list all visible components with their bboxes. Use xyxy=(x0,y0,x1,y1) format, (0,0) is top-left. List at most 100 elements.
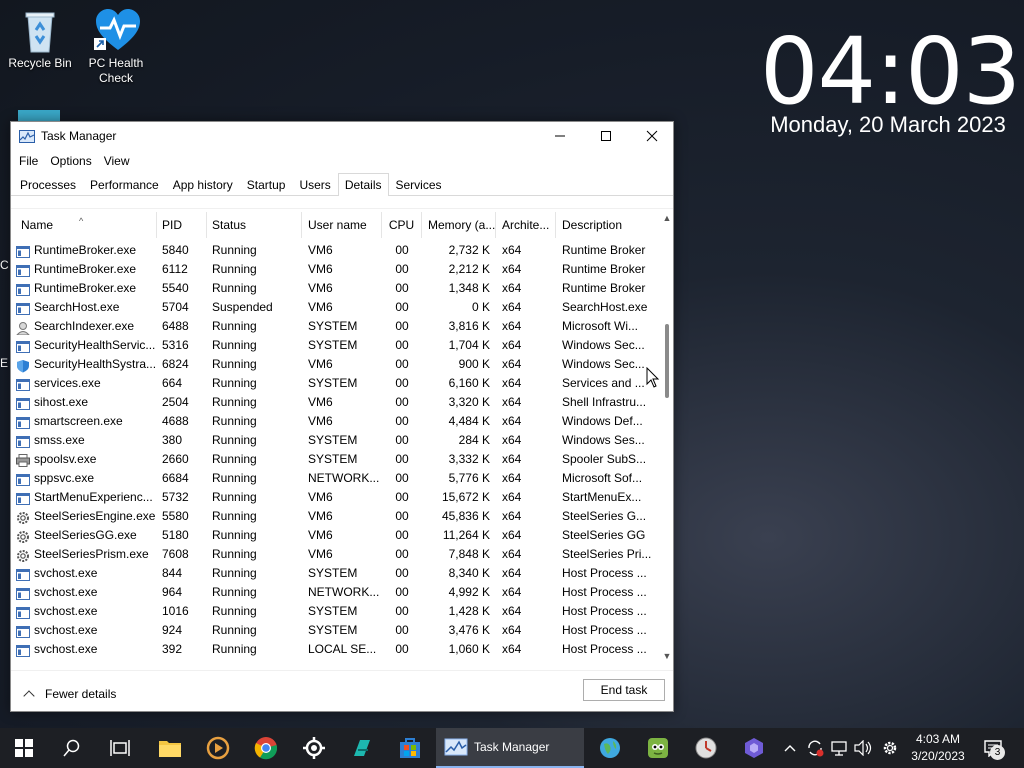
table-row[interactable]: SearchHost.exe 5704 Suspended VM6 00 0 K x64 Se… xyxy=(11,298,657,317)
search-button[interactable] xyxy=(52,728,92,768)
process-name-cell: svchost.exe xyxy=(11,564,157,583)
table-row[interactable]: sihost.exe 2504 Running VM6 00 3,320 K x64 Shel… xyxy=(11,393,657,412)
tab-details[interactable]: Details xyxy=(337,173,389,196)
process-status-cell: Running xyxy=(212,585,257,599)
maximize-button[interactable] xyxy=(583,122,629,150)
tab-startup[interactable]: Startup xyxy=(240,173,293,195)
taskbar-file-explorer[interactable] xyxy=(150,728,190,768)
printer-icon xyxy=(16,453,30,467)
app-icon xyxy=(16,435,30,448)
hexagon-app-icon xyxy=(745,738,763,758)
taskbar-game-app[interactable] xyxy=(638,728,678,768)
desktop-icon-pc-health-check[interactable]: PC Health Check xyxy=(76,8,156,86)
tab-processes[interactable]: Processes xyxy=(13,173,83,195)
show-hidden-icons-button[interactable] xyxy=(780,728,800,768)
tray-sync[interactable] xyxy=(804,728,826,768)
table-row[interactable]: svchost.exe 924 Running SYSTEM 00 3,476 K x64 H… xyxy=(11,621,657,640)
tray-network[interactable] xyxy=(828,728,850,768)
scroll-up-arrow-icon[interactable]: ▲ xyxy=(661,212,673,224)
process-cpu-cell: 00 xyxy=(395,243,409,257)
close-button[interactable] xyxy=(629,122,675,150)
table-row[interactable]: svchost.exe 392 Running LOCAL SE... 00 1,060 … xyxy=(11,640,657,659)
scroll-down-arrow-icon[interactable]: ▼ xyxy=(661,650,673,662)
process-arch-cell: x64 xyxy=(502,509,522,523)
taskbar-purple-app[interactable] xyxy=(734,728,774,768)
table-row[interactable]: SecurityHealthServic... 5316 Running SYSTEM… xyxy=(11,336,657,355)
table-row[interactable]: sppsvc.exe 6684 Running NETWORK... 00 5,776 K… xyxy=(11,469,657,488)
minimize-button[interactable] xyxy=(537,122,583,150)
process-cpu-cell: 00 xyxy=(395,338,409,352)
table-row[interactable]: svchost.exe 1032RunningLOCAL SE...00840 K… xyxy=(11,659,657,663)
taskbar-media-player[interactable] xyxy=(198,728,238,768)
process-arch-cell: x64 xyxy=(502,566,522,580)
desktop-icon-label: PC Health Check xyxy=(88,56,144,85)
table-row[interactable]: RuntimeBroker.exe 5540 Running VM6 00 1,348 K… xyxy=(11,279,657,298)
vertical-scrollbar[interactable]: ▲ ▼ xyxy=(661,212,673,662)
title-bar[interactable]: Task Manager xyxy=(11,122,673,150)
table-row[interactable]: spoolsv.exe 2660 Running SYSTEM 00 3,332 K x64… xyxy=(11,450,657,469)
process-desc-cell: Host Process ... xyxy=(562,604,647,618)
tray-settings[interactable] xyxy=(878,728,902,768)
app-icon xyxy=(16,340,30,353)
process-arch-cell: x64 xyxy=(502,357,522,371)
column-header-pid[interactable]: PID xyxy=(157,212,207,238)
process-desc-cell: SteelSeries G... xyxy=(562,509,647,523)
column-header-status[interactable]: Status xyxy=(207,212,302,238)
tab-app-history[interactable]: App history xyxy=(166,173,240,195)
column-header-cpu[interactable]: CPU xyxy=(382,212,422,238)
table-row[interactable]: smss.exe 380 Running SYSTEM 00 284 K x64 Window… xyxy=(11,431,657,450)
app-icon xyxy=(16,302,30,315)
table-row[interactable]: svchost.exe 964 Running NETWORK... 00 4,992 K… xyxy=(11,583,657,602)
table-row[interactable]: RuntimeBroker.exe 6112 Running VM6 00 2,212 K… xyxy=(11,260,657,279)
process-user-cell: VM6 xyxy=(308,281,333,295)
process-name: svchost.exe xyxy=(34,604,98,618)
task-view-button[interactable] xyxy=(100,728,140,768)
table-row[interactable]: SteelSeriesEngine.exe 5580 Running VM6 00 45,… xyxy=(11,507,657,526)
table-row[interactable]: SteelSeriesPrism.exe 7608 Running VM6 00 7,84… xyxy=(11,545,657,564)
column-header-description[interactable]: Description xyxy=(556,212,657,238)
tab-performance[interactable]: Performance xyxy=(83,173,166,195)
tray-volume[interactable] xyxy=(852,728,874,768)
process-mem-cell: 1,704 K xyxy=(448,338,490,352)
table-row[interactable]: StartMenuExperienc... 5732 Running VM6 00 15,… xyxy=(11,488,657,507)
menu-options[interactable]: Options xyxy=(44,154,97,168)
table-row[interactable]: RuntimeBroker.exe 5840 Running VM6 00 2,732 K… xyxy=(11,241,657,260)
process-arch-cell: x64 xyxy=(496,659,556,663)
start-button[interactable] xyxy=(4,728,44,768)
table-row[interactable]: SteelSeriesGG.exe 5180 Running VM6 00 11,264 … xyxy=(11,526,657,545)
table-row[interactable]: services.exe 664 Running SYSTEM 00 6,160 K x64… xyxy=(11,374,657,393)
column-header-memory[interactable]: Memory (a... xyxy=(422,212,496,238)
taskbar-clock-app[interactable] xyxy=(686,728,726,768)
process-name-cell: smartscreen.exe xyxy=(11,412,157,431)
desktop-icon-recycle-bin[interactable]: Recycle Bin xyxy=(0,8,80,71)
tray-clock[interactable]: 4:03 AM 3/20/2023 xyxy=(906,731,970,765)
table-row[interactable]: SecurityHealthSystra... 6824 Running VM6 00 9… xyxy=(11,355,657,374)
fewer-details-button[interactable]: Fewer details xyxy=(23,687,117,702)
column-header-user-name[interactable]: User name xyxy=(302,212,382,238)
process-arch-cell: x64 xyxy=(502,452,522,466)
taskbar-app-teal[interactable] xyxy=(342,728,382,768)
taskbar-task-manager[interactable]: Task Manager xyxy=(436,728,584,768)
menu-file[interactable]: File xyxy=(13,154,44,168)
desktop-edge-text: C xyxy=(0,258,9,272)
taskbar-globe-app[interactable] xyxy=(590,728,630,768)
column-header-name[interactable]: ^ Name xyxy=(11,212,157,238)
taskbar-microsoft-store[interactable] xyxy=(390,728,430,768)
end-task-button[interactable]: End task xyxy=(583,679,665,701)
app-icon xyxy=(16,606,30,619)
table-row[interactable]: SearchIndexer.exe 6488 Running SYSTEM 00 3,81… xyxy=(11,317,657,336)
table-row[interactable]: svchost.exe 844 Running SYSTEM 00 8,340 K x64 H… xyxy=(11,564,657,583)
tab-services[interactable]: Services xyxy=(389,173,449,195)
process-arch-cell: x64 xyxy=(502,338,522,352)
scrollbar-thumb[interactable] xyxy=(665,324,669,398)
column-header-architecture[interactable]: Archite... xyxy=(496,212,556,238)
menu-view[interactable]: View xyxy=(98,154,136,168)
taskbar-steelseries[interactable] xyxy=(294,728,334,768)
fewer-details-label: Fewer details xyxy=(45,687,117,701)
tab-users[interactable]: Users xyxy=(292,173,337,195)
table-row[interactable]: svchost.exe 1016 Running SYSTEM 00 1,428 K x64… xyxy=(11,602,657,621)
table-row[interactable]: smartscreen.exe 4688 Running VM6 00 4,484 K x6… xyxy=(11,412,657,431)
taskbar-chrome[interactable] xyxy=(246,728,286,768)
app-icon xyxy=(16,473,30,486)
process-arch-cell: x64 xyxy=(502,376,522,390)
